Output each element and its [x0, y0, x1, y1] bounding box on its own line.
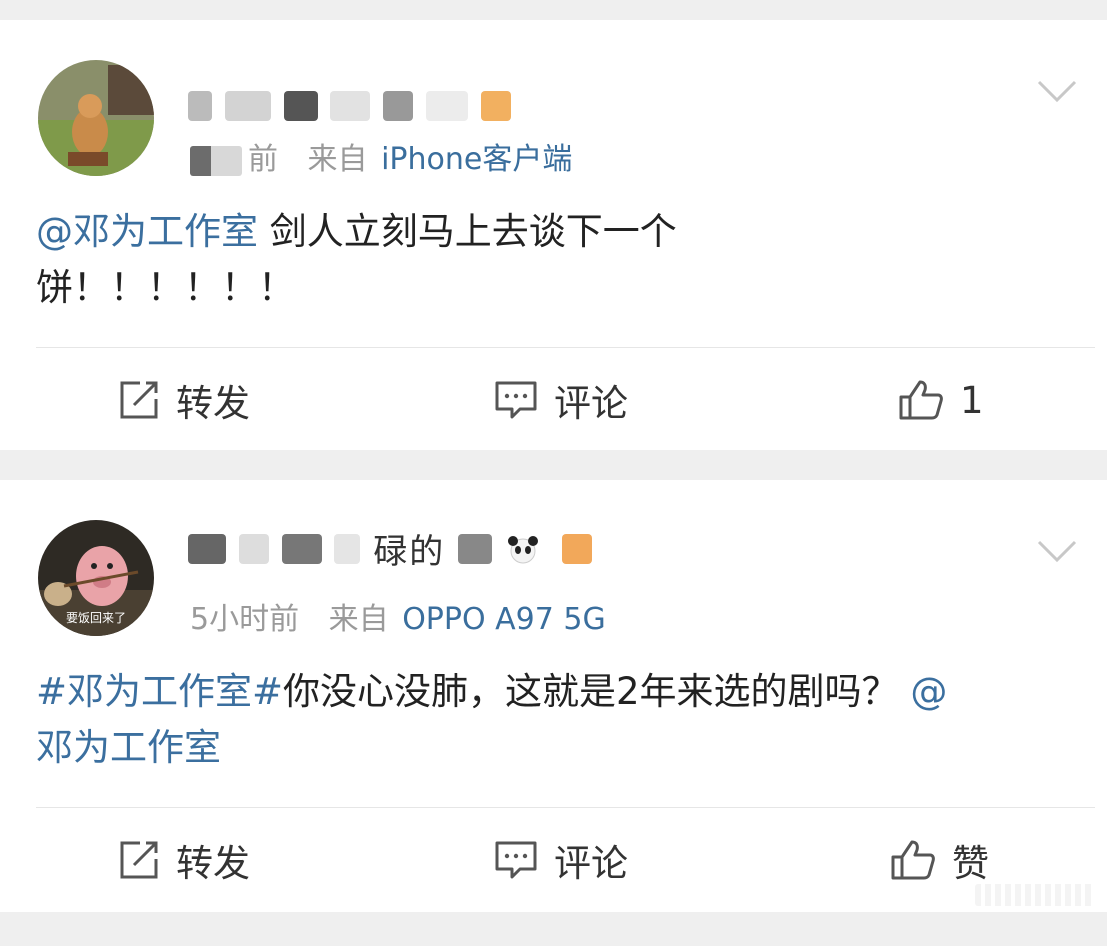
comment-icon: [495, 841, 537, 879]
post-meta: 5小时前 来自 OPPO A97 5G: [190, 594, 606, 638]
hashtag-link[interactable]: #邓为工作室#: [36, 670, 283, 713]
username-redacted[interactable]: [188, 84, 511, 124]
post-text: 剑人立刻马上去谈下一个: [258, 210, 677, 253]
like-button[interactable]: 1: [898, 370, 984, 430]
source-device[interactable]: OPPO A97 5G: [402, 602, 606, 637]
thumbs-up-icon: [891, 840, 935, 880]
watermark: [975, 884, 1095, 906]
repost-label: 转发: [176, 842, 250, 885]
post-card[interactable]: 前 来自 iPhone客户端 @邓为工作室 剑人立刻马上去谈下一个 饼！！！！！…: [0, 20, 1107, 450]
repost-button[interactable]: 转发: [118, 370, 250, 430]
avatar[interactable]: 要饭回来了: [38, 520, 154, 636]
source-prefix: 来自: [307, 142, 368, 177]
mention-link[interactable]: @: [910, 670, 947, 713]
repost-label: 转发: [176, 382, 250, 425]
repost-icon: [120, 381, 158, 419]
action-bar: 转发 评论 1: [0, 370, 1107, 430]
like-button[interactable]: 赞: [890, 830, 989, 890]
repost-icon: [120, 841, 158, 879]
avatar-caption: 要饭回来了: [65, 611, 126, 625]
comment-button[interactable]: 评论: [494, 370, 628, 430]
panda-icon: [505, 534, 541, 564]
comment-icon: [495, 381, 537, 419]
thumbs-up-icon: [899, 380, 943, 420]
comment-label: 评论: [554, 382, 628, 425]
post-content: @邓为工作室 剑人立刻马上去谈下一个 饼！！！！！！: [36, 204, 1077, 316]
post-content: #邓为工作室#你没心没肺，这就是2年来选的剧吗？ @ 邓为工作室: [36, 664, 1077, 776]
divider: [36, 347, 1095, 348]
like-label: 赞: [952, 842, 989, 885]
username-redacted[interactable]: 碌的: [188, 524, 592, 572]
post-time: 前: [248, 142, 278, 177]
post-time: 5小时前: [190, 602, 300, 637]
comment-label: 评论: [554, 842, 628, 885]
post-card[interactable]: 要饭回来了 碌的 5小时前 来自 OPPO A97 5G #邓为工作室#你没心没…: [0, 480, 1107, 912]
mention-link-line2[interactable]: 邓为工作室: [36, 726, 221, 769]
post-meta: 前 来自 iPhone客户端: [190, 134, 572, 178]
username-visible-part: 碌的: [373, 532, 446, 572]
chevron-down-icon[interactable]: [1037, 76, 1077, 106]
chevron-down-icon[interactable]: [1037, 536, 1077, 566]
post-text-line2: 饼！！！！！！: [36, 266, 295, 309]
repost-button[interactable]: 转发: [118, 830, 250, 890]
time-redacted: [190, 145, 242, 176]
divider: [36, 807, 1095, 808]
avatar[interactable]: [38, 60, 154, 176]
source-device[interactable]: iPhone客户端: [381, 142, 572, 177]
like-count: 1: [960, 378, 984, 422]
action-bar: 转发 评论 赞: [0, 830, 1107, 890]
post-text: 你没心没肺，这就是2年来选的剧吗？: [283, 670, 899, 713]
avatar-cat-image: [38, 60, 154, 176]
comment-button[interactable]: 评论: [494, 830, 628, 890]
source-prefix: 来自: [328, 602, 389, 637]
mention-link[interactable]: @邓为工作室: [36, 210, 258, 253]
